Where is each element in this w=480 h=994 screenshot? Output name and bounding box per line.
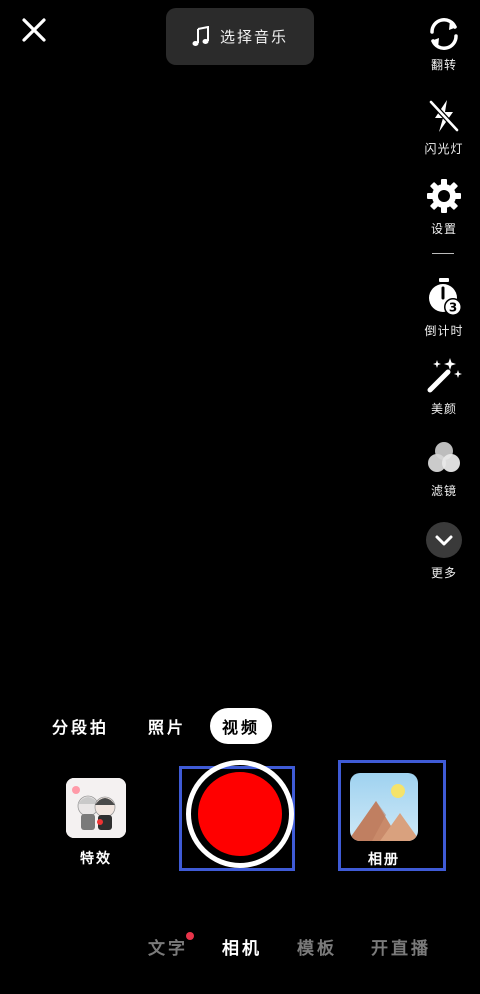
flip-camera-icon [430,18,458,50]
close-icon [22,18,46,42]
tab-template[interactable]: 模板 [297,934,337,959]
beauty-label: 美颜 [430,402,457,416]
close-button[interactable] [18,14,50,46]
settings-button[interactable]: 设置 [414,176,474,237]
magic-wand-icon [427,358,462,393]
settings-label: 设置 [430,222,457,236]
tab-text[interactable]: 文字 [148,934,188,959]
select-music-button[interactable]: 选择音乐 [166,8,314,65]
flash-button[interactable]: 闪光灯 [414,96,474,157]
flash-label: 闪光灯 [424,142,464,156]
record-button-inner [196,770,284,858]
album-button[interactable]: 相册 [350,773,418,869]
filter-label: 滤镜 [430,484,457,498]
effects-sticker-image [66,778,126,838]
notification-dot [186,932,194,940]
mode-video[interactable]: 视频 [210,708,273,744]
mode-video-label: 视频 [222,718,261,737]
select-music-label: 选择音乐 [219,28,288,46]
mode-segment[interactable]: 分段拍 [52,708,109,744]
mode-photo[interactable]: 照片 [148,708,186,744]
toolbar-divider [432,253,454,254]
more-label: 更多 [430,566,457,580]
flip-label: 翻转 [430,58,457,72]
effects-button[interactable]: 特效 [66,778,126,868]
music-note-icon [192,25,209,46]
gear-icon [427,179,461,213]
more-button[interactable]: 更多 [414,520,474,581]
flash-off-icon [429,100,459,132]
mode-photo-label: 照片 [148,718,187,737]
timer-badge: 3 [449,301,457,315]
timer-button[interactable]: 3 倒计时 [414,276,474,339]
album-thumbnail [350,773,418,841]
flip-button[interactable]: 翻转 [414,16,474,73]
camera-screen: 选择音乐 翻转 闪光灯 设置 3 倒计时 美颜 滤镜 更多 分段拍 照片 视频 … [0,0,480,994]
beauty-button[interactable]: 美颜 [414,356,474,417]
timer-label: 倒计时 [424,324,464,338]
filter-button[interactable]: 滤镜 [414,438,474,499]
effects-label: 特效 [80,851,112,867]
chevron-down-icon [426,522,462,558]
tab-live[interactable]: 开直播 [371,934,431,959]
album-label: 相册 [368,852,400,868]
effects-thumbnail [66,778,126,838]
album-landscape-icon [350,773,418,841]
tab-camera[interactable]: 相机 [222,934,262,959]
mode-segment-label: 分段拍 [52,718,110,737]
timer-icon: 3 [429,278,462,316]
record-button[interactable] [186,760,294,868]
filter-circles-icon [428,442,460,472]
